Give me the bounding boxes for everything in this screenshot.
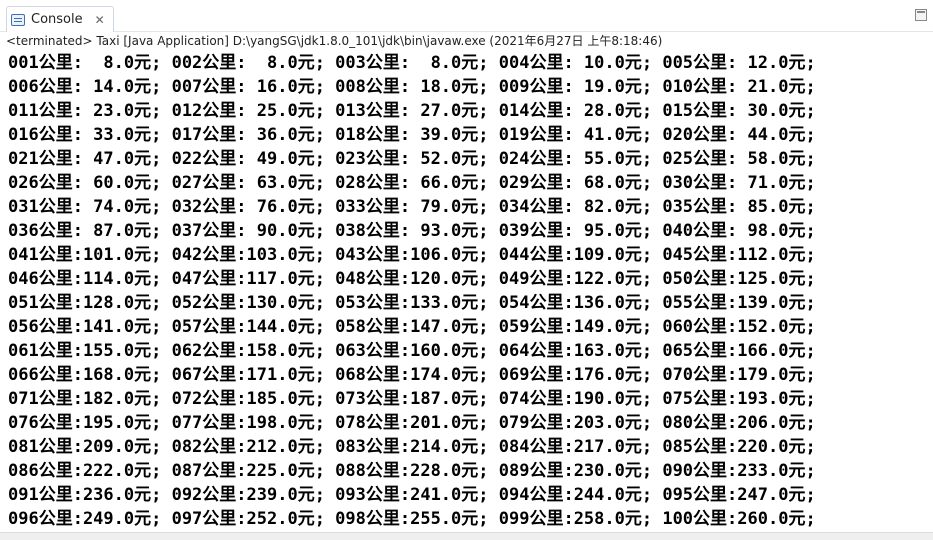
horizontal-scrollbar[interactable] [0,532,933,540]
console-line: 096公里:249.0元; 097公里:252.0元; 098公里:255.0元… [8,509,816,529]
console-line: 091公里:236.0元; 092公里:239.0元; 093公里:241.0元… [8,485,816,505]
console-line: 006公里: 14.0元; 007公里: 16.0元; 008公里: 18.0元… [8,77,816,97]
console-line: 076公里:195.0元; 077公里:198.0元; 078公里:201.0元… [8,413,816,433]
console-line: 056公里:141.0元; 057公里:144.0元; 058公里:147.0元… [8,317,816,337]
console-line: 081公里:209.0元; 082公里:212.0元; 083公里:214.0元… [8,437,816,457]
console-line: 071公里:182.0元; 072公里:185.0元; 073公里:187.0元… [8,389,816,409]
console-line: 011公里: 23.0元; 012公里: 25.0元; 013公里: 27.0元… [8,101,816,121]
maximize-icon[interactable] [915,9,927,21]
console-line: 036公里: 87.0元; 037公里: 90.0元; 038公里: 93.0元… [8,221,816,241]
console-line: 086公里:222.0元; 087公里:225.0元; 088公里:228.0元… [8,461,816,481]
console-line: 016公里: 33.0元; 017公里: 36.0元; 018公里: 39.0元… [8,125,816,145]
console-tab-label: Console [31,12,83,27]
console-line: 066公里:168.0元; 067公里:171.0元; 068公里:174.0元… [8,365,816,385]
console-line: 046公里:114.0元; 047公里:117.0元; 048公里:120.0元… [8,269,816,289]
console-tab-bar: Console ✕ [0,0,933,32]
console-line: 001公里: 8.0元; 002公里: 8.0元; 003公里: 8.0元; 0… [8,53,816,73]
console-icon [11,13,25,26]
console-output[interactable]: 001公里: 8.0元; 002公里: 8.0元; 003公里: 8.0元; 0… [0,51,933,540]
console-tab[interactable]: Console ✕ [6,6,114,32]
console-line: 061公里:155.0元; 062公里:158.0元; 063公里:160.0元… [8,341,816,361]
console-line: 031公里: 74.0元; 032公里: 76.0元; 033公里: 79.0元… [8,197,816,217]
process-status: <terminated> Taxi [Java Application] D:\… [6,34,663,48]
console-line: 026公里: 60.0元; 027公里: 63.0元; 028公里: 66.0元… [8,173,816,193]
console-line: 041公里:101.0元; 042公里:103.0元; 043公里:106.0元… [8,245,816,265]
close-icon[interactable]: ✕ [95,14,105,26]
console-line: 021公里: 47.0元; 022公里: 49.0元; 023公里: 52.0元… [8,149,816,169]
console-line: 051公里:128.0元; 052公里:130.0元; 053公里:133.0元… [8,293,816,313]
